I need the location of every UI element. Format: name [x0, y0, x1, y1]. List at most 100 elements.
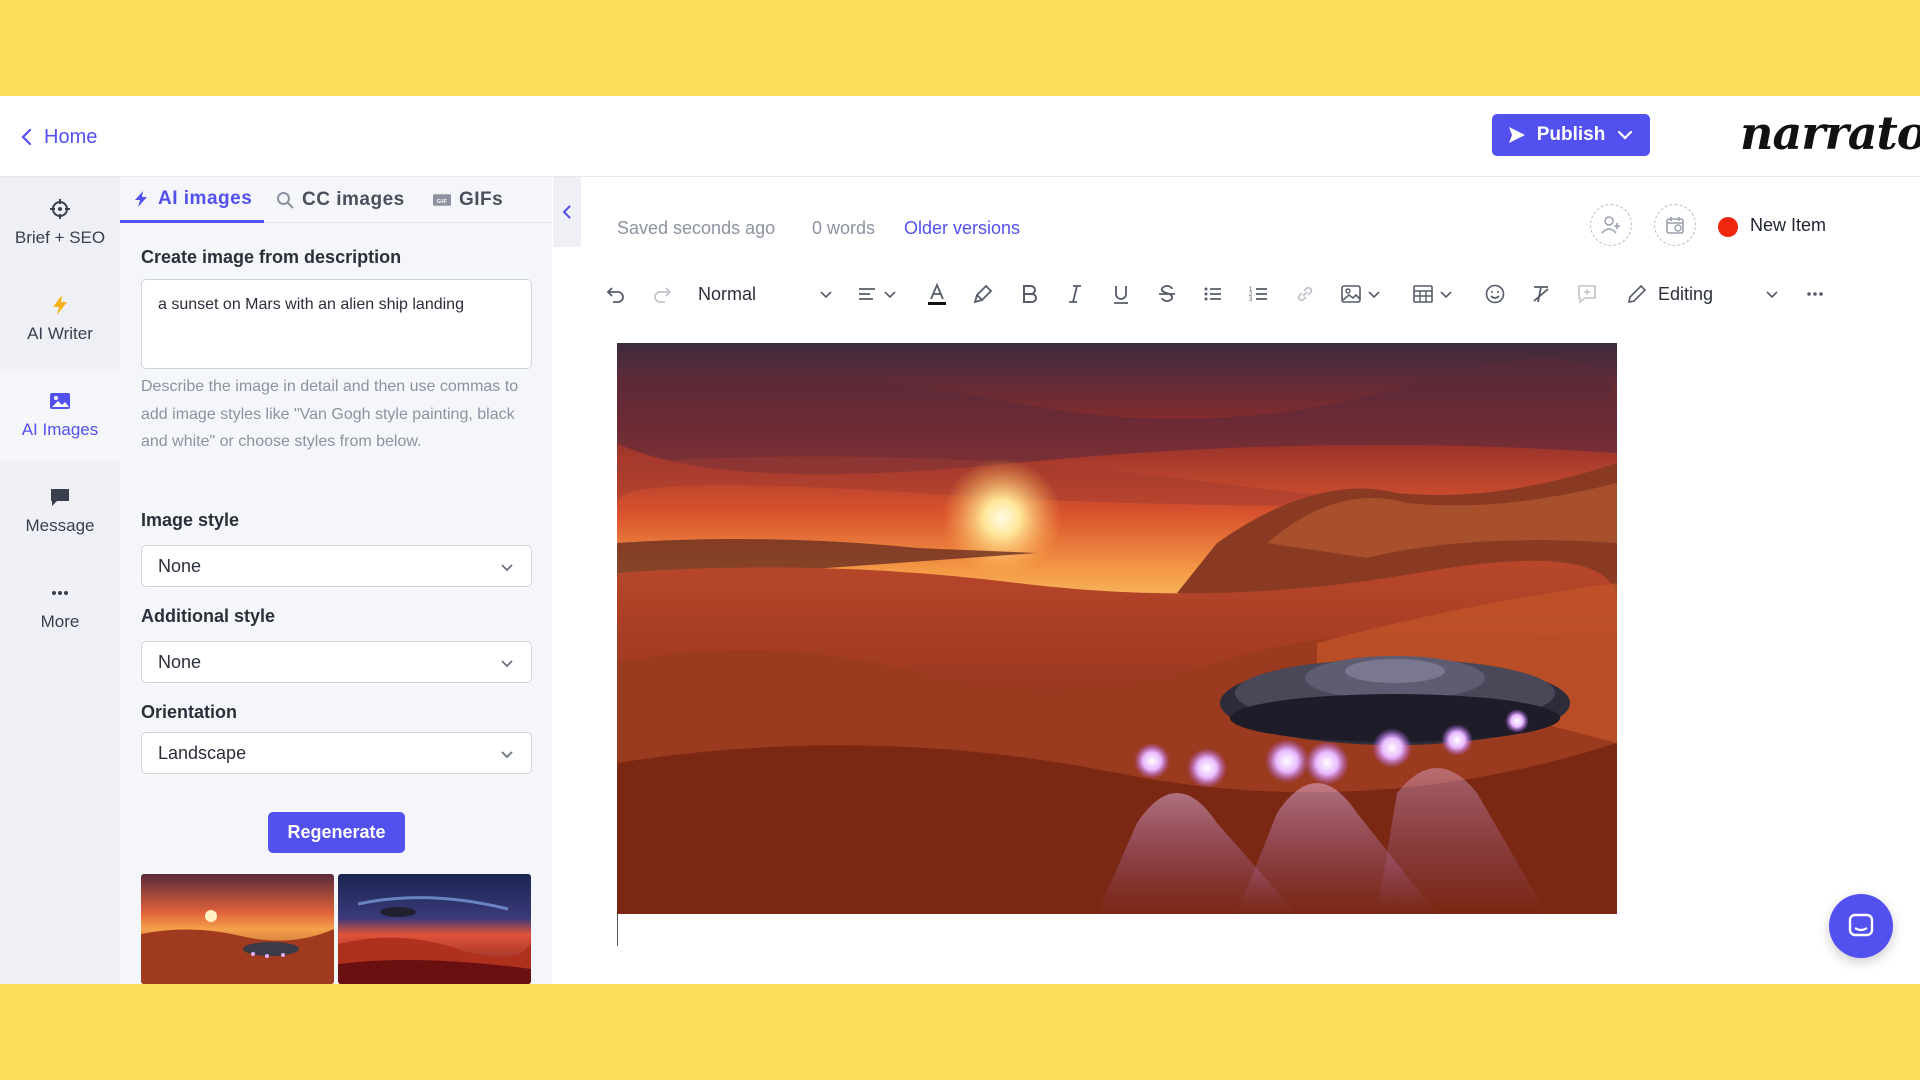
underline-button[interactable] — [1110, 282, 1132, 306]
clear-formatting-button[interactable] — [1530, 282, 1552, 306]
tab-label: GIFs — [459, 189, 504, 210]
description-help-text: Describe the image in detail and then us… — [141, 378, 519, 450]
editing-mode-value: Editing — [1658, 283, 1714, 304]
chevron-left-icon — [21, 128, 32, 146]
undo-button[interactable] — [605, 282, 627, 306]
strikethrough-button[interactable] — [1156, 282, 1178, 306]
link-icon — [1297, 286, 1313, 302]
rail-item-message[interactable]: Message — [0, 465, 120, 557]
tab-cc-images[interactable]: CC images — [276, 177, 405, 223]
additional-style-select[interactable]: None — [141, 641, 532, 683]
support-chat-button[interactable] — [1829, 894, 1893, 958]
bold-icon — [1023, 285, 1037, 303]
text-color-icon — [928, 283, 946, 305]
rail-label: AI Writer — [27, 324, 93, 343]
highlighter-icon — [973, 284, 993, 304]
undo-icon — [606, 287, 624, 303]
editing-mode-select[interactable]: Editing — [1626, 282, 1778, 306]
italic-button[interactable] — [1064, 282, 1086, 306]
paragraph-style-value: Normal — [698, 283, 757, 304]
align-left-icon — [859, 288, 875, 300]
align-select[interactable] — [856, 282, 898, 306]
emoji-icon — [1485, 284, 1505, 304]
gif-icon: GIF — [433, 194, 451, 206]
search-icon — [277, 192, 294, 209]
orientation-value: Landscape — [158, 742, 247, 763]
rail-item-ai-images[interactable]: AI Images — [0, 369, 120, 461]
left-rail: Brief + SEO AI Writer AI Images Message … — [0, 177, 120, 984]
app-window: Home Publish narrato Brief + SEO AI Writ… — [0, 96, 1920, 984]
rail-item-ai-writer[interactable]: AI Writer — [0, 273, 120, 365]
home-label: Home — [44, 125, 98, 148]
link-button[interactable] — [1294, 282, 1316, 306]
emoji-button[interactable] — [1484, 282, 1506, 306]
chevron-down-icon — [884, 291, 896, 299]
tab-gifs[interactable]: GIF GIFs — [433, 177, 503, 223]
calendar-icon — [1666, 217, 1684, 234]
paragraph-style-select[interactable]: Normal — [698, 282, 834, 306]
rail-label: AI Images — [21, 420, 99, 439]
pencil-icon — [1627, 284, 1647, 304]
image-icon — [1341, 285, 1361, 303]
chevron-down-icon — [501, 660, 513, 668]
orientation-label: Orientation — [141, 702, 238, 722]
image-panel: AI images CC images GIF GIFs Create imag… — [120, 177, 552, 984]
numbered-list-button[interactable]: 123 — [1248, 282, 1270, 306]
brand-logo: narrato — [1740, 106, 1920, 160]
description-label: Create image from description — [141, 247, 402, 267]
word-count: 0 words — [812, 218, 876, 238]
tab-ai-images[interactable]: AI images — [120, 177, 265, 223]
strikethrough-icon — [1159, 285, 1175, 302]
tab-label: CC images — [302, 189, 405, 210]
generated-image-thumbnail[interactable] — [141, 874, 334, 984]
chevron-down-icon — [1440, 291, 1452, 299]
assign-user-button[interactable] — [1590, 204, 1632, 246]
bold-button[interactable] — [1018, 282, 1040, 306]
collapse-panel-button[interactable] — [553, 177, 581, 247]
rail-item-brief-seo[interactable]: Brief + SEO — [0, 177, 120, 269]
regenerate-button[interactable]: Regenerate — [268, 812, 405, 853]
chevron-down-icon — [1618, 130, 1633, 140]
rail-item-more[interactable]: More — [0, 561, 120, 653]
chat-icon — [1848, 913, 1874, 937]
older-versions-link[interactable]: Older versions — [904, 218, 1020, 239]
description-input[interactable]: a sunset on Mars with an alien ship land… — [141, 279, 532, 369]
home-back-link[interactable]: Home — [20, 122, 97, 152]
publish-label: Publish — [1536, 124, 1606, 145]
ellipsis-icon — [52, 591, 68, 595]
rail-label: Message — [25, 516, 95, 535]
chevron-down-icon — [820, 291, 832, 299]
publish-button[interactable]: Publish — [1492, 114, 1650, 156]
image-style-label: Image style — [141, 510, 240, 530]
chevron-down-icon — [1766, 291, 1778, 299]
lightning-icon — [53, 295, 67, 315]
lightning-icon — [135, 190, 147, 207]
redo-button[interactable] — [651, 282, 673, 306]
inserted-image[interactable] — [617, 343, 1617, 914]
generated-image-thumbnail[interactable] — [338, 874, 531, 984]
more-options-button[interactable] — [1804, 282, 1826, 306]
insert-image-select[interactable] — [1340, 282, 1382, 306]
status-indicator — [1718, 217, 1738, 237]
rail-label: Brief + SEO — [14, 228, 106, 247]
add-user-icon — [1601, 216, 1620, 234]
bullet-list-icon — [1204, 287, 1221, 301]
highlight-button[interactable] — [972, 282, 994, 306]
image-style-value: None — [158, 555, 202, 576]
comment-button[interactable] — [1576, 282, 1598, 306]
rail-label: More — [40, 612, 80, 631]
chevron-down-icon — [501, 751, 513, 759]
chevron-down-icon — [501, 564, 513, 572]
image-style-select[interactable]: None — [141, 545, 532, 587]
item-status-label[interactable]: New Item — [1750, 215, 1826, 236]
additional-style-label: Additional style — [141, 606, 276, 626]
comment-icon — [1578, 285, 1596, 304]
text-color-button[interactable] — [926, 282, 948, 306]
schedule-button[interactable] — [1654, 204, 1696, 246]
insert-table-select[interactable] — [1412, 282, 1454, 306]
chevron-down-icon — [1368, 291, 1380, 299]
numbered-list-icon: 123 — [1249, 287, 1267, 303]
table-icon — [1413, 285, 1433, 303]
bullet-list-button[interactable] — [1202, 282, 1224, 306]
orientation-select[interactable]: Landscape — [141, 732, 532, 774]
